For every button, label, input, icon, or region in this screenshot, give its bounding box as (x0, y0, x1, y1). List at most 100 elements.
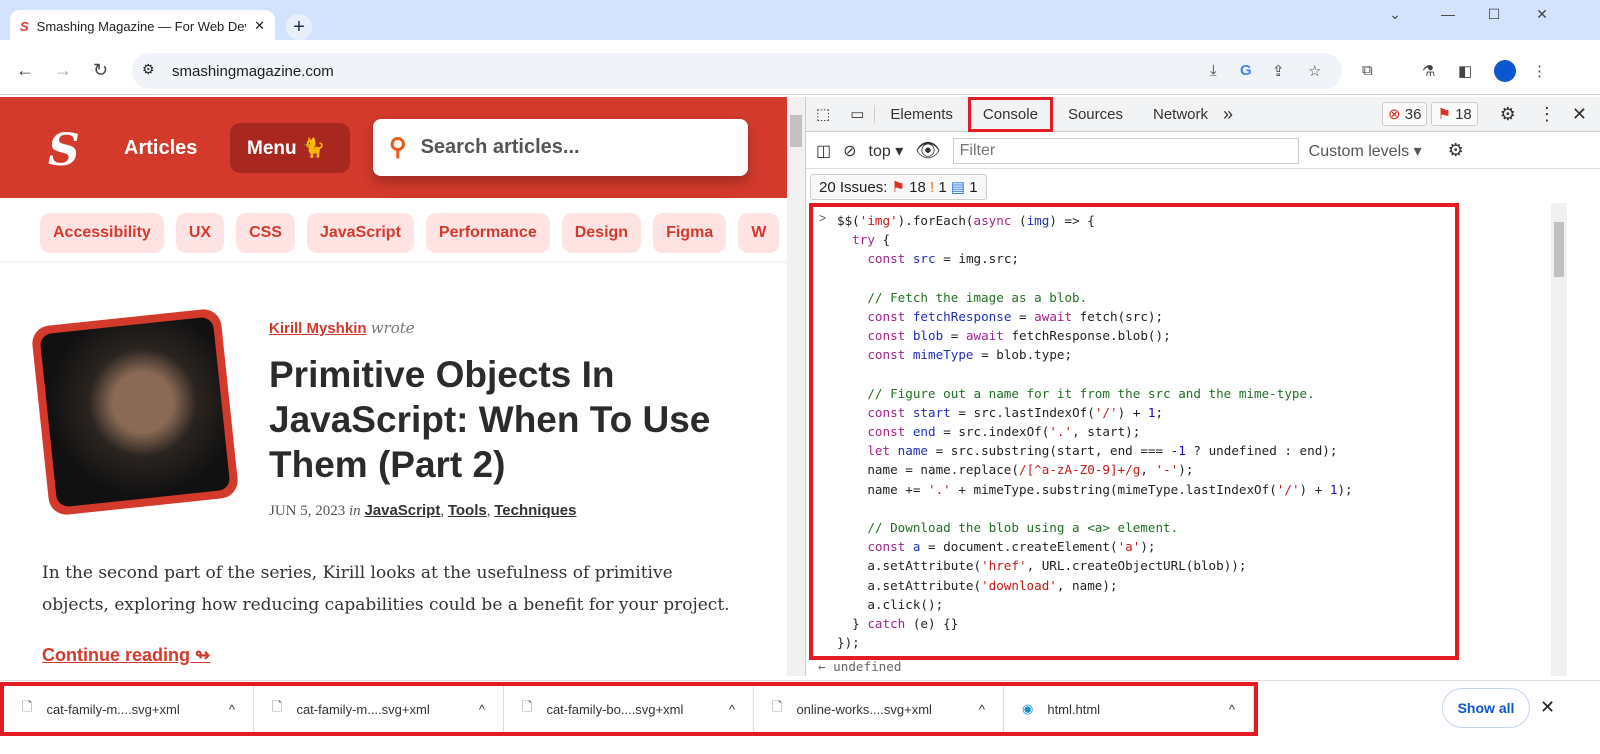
chevron-up-icon[interactable]: ^ (979, 702, 985, 717)
tab-console[interactable]: Console (967, 96, 1053, 132)
continue-reading-link[interactable]: Continue reading ↬ (42, 645, 210, 666)
issues-count-badge[interactable]: ⚑ 18 (1431, 102, 1478, 126)
code-token: ) + (1299, 481, 1330, 497)
tag-link[interactable]: Accessibility (40, 213, 164, 253)
download-item[interactable]: 🗋 cat-family-m....svg+xml ^ (4, 686, 254, 732)
minimize-icon[interactable]: — (1428, 6, 1468, 22)
log-levels-dropdown[interactable]: Custom levels ▾ (1309, 141, 1422, 161)
chevron-down-icon[interactable]: ⌄ (1375, 6, 1415, 23)
share-icon[interactable]: ⇪ (1272, 62, 1285, 80)
chevron-up-icon[interactable]: ^ (479, 702, 485, 717)
tag-link[interactable]: Design (561, 213, 642, 253)
code-line: a.click(); (837, 595, 1353, 614)
address-bar[interactable]: ⚙ smashingmagazine.com (132, 53, 1342, 89)
avatar[interactable] (1494, 60, 1516, 82)
maximize-icon[interactable]: ☐ (1474, 6, 1514, 23)
close-tab-icon[interactable]: ✕ (254, 18, 265, 34)
code-line: const a = document.createElement('a'); (837, 537, 1353, 556)
code-token: = src.lastIndexOf( (950, 404, 1095, 420)
code-token: const (867, 308, 906, 324)
google-icon[interactable]: G (1240, 62, 1252, 79)
code-token: ? undefined : end); (1185, 443, 1338, 459)
tag-link[interactable]: Performance (425, 213, 550, 253)
scrollbar-thumb[interactable] (1554, 222, 1564, 277)
labs-icon[interactable]: ⚗ (1422, 62, 1435, 80)
new-tab-button[interactable]: + (286, 14, 312, 40)
page-scrollbar[interactable] (787, 97, 805, 676)
favicon-icon: S (20, 18, 29, 34)
site-info-icon[interactable]: ⚙ (142, 61, 155, 78)
code-token: src (905, 251, 936, 267)
code-token: '.' (928, 481, 951, 497)
download-item[interactable]: 🗋 online-works....svg+xml ^ (754, 686, 1004, 732)
byline: Kirill Myshkin wrote (269, 319, 415, 337)
articles-link[interactable]: Articles (124, 137, 197, 160)
file-icon: 🗋 (22, 699, 33, 714)
side-panel-icon[interactable]: ◧ (1458, 62, 1472, 80)
close-downloads-icon[interactable]: ✕ (1540, 697, 1555, 718)
console-settings-icon[interactable]: ⚙ (1448, 140, 1464, 161)
console-output[interactable]: > $$('img').forEach(async (img) => { try… (809, 203, 1459, 660)
download-filename: online-works....svg+xml (796, 701, 932, 717)
download-icon[interactable]: ⤓ (1210, 62, 1217, 79)
show-all-button[interactable]: Show all (1442, 688, 1530, 728)
category-link[interactable]: Techniques (494, 502, 576, 519)
download-item[interactable]: 🗋 cat-family-m....svg+xml ^ (254, 686, 504, 732)
bookmark-star-icon[interactable]: ☆ (1308, 62, 1321, 80)
filter-input[interactable] (952, 137, 1299, 164)
eye-icon[interactable]: 👁 (915, 138, 940, 163)
context-selector[interactable]: top ▾ (869, 141, 904, 161)
tab-sources[interactable]: Sources (1053, 97, 1138, 132)
settings-gear-icon[interactable]: ⚙ (1478, 104, 1528, 125)
code-token: await (1034, 308, 1073, 324)
browser-tab[interactable]: S Smashing Magazine — For Web Developers… (10, 10, 275, 42)
menu-button[interactable]: Menu 🐈 (230, 123, 350, 173)
issues-summary[interactable]: 20 Issues: ⚑ 18 ! 1 ▤ 1 (810, 174, 987, 200)
code-token: let (867, 443, 891, 459)
wrote-label: wrote (370, 319, 415, 337)
inspect-element-icon[interactable]: ⬚ (806, 105, 840, 123)
article-date: JUN 5, 2023 (269, 503, 346, 519)
menu-kebab-icon[interactable]: ⋮ (1532, 62, 1547, 80)
extensions-icon[interactable]: ⧉ (1362, 62, 1373, 79)
tag-link[interactable]: CSS (236, 213, 295, 253)
more-options-icon[interactable]: ⋮ (1528, 104, 1566, 125)
category-link[interactable]: Tools (448, 502, 487, 519)
author-link[interactable]: Kirill Myshkin (269, 320, 367, 337)
code-token: = (1011, 308, 1035, 324)
code-token: const (867, 539, 906, 555)
download-item[interactable]: ◉ html.html ^ (1004, 686, 1254, 732)
error-flag-icon: ⚑ (891, 179, 905, 196)
tab-network[interactable]: Network (1138, 97, 1223, 132)
code-token: const (867, 404, 906, 420)
download-item[interactable]: 🗋 cat-family-bo....svg+xml ^ (504, 686, 754, 732)
sidebar-toggle-icon[interactable]: ◫ (816, 141, 831, 161)
category-link[interactable]: JavaScript (364, 502, 440, 519)
close-devtools-icon[interactable]: ✕ (1566, 104, 1600, 125)
author-photo (30, 307, 240, 517)
close-window-icon[interactable]: ✕ (1522, 6, 1562, 23)
reload-icon[interactable]: ↻ (93, 60, 108, 81)
device-toolbar-icon[interactable]: ▭ (840, 105, 876, 123)
search-input[interactable]: ⚲ Search articles... (373, 119, 748, 176)
clear-console-icon[interactable]: ⊘ (843, 141, 856, 161)
tag-link[interactable]: UX (175, 213, 225, 253)
code-token: const (867, 347, 906, 363)
code-line: }); (837, 633, 1353, 652)
more-tabs-icon[interactable]: » (1223, 104, 1233, 125)
tab-elements[interactable]: Elements (875, 97, 968, 132)
site-logo[interactable]: S (48, 125, 80, 176)
chevron-up-icon[interactable]: ^ (1229, 702, 1235, 717)
chevron-up-icon[interactable]: ^ (229, 702, 235, 717)
code-token: const (867, 424, 906, 440)
tag-link[interactable]: JavaScript (306, 213, 414, 253)
chevron-up-icon[interactable]: ^ (729, 702, 735, 717)
back-icon[interactable]: ← (16, 60, 34, 81)
tag-link[interactable]: W (738, 213, 780, 253)
article-title[interactable]: Primitive Objects In JavaScript: When To… (269, 352, 749, 487)
error-count-badge[interactable]: ⊗ 36 (1382, 102, 1428, 126)
tag-link[interactable]: Figma (653, 213, 727, 253)
forward-icon[interactable]: → (54, 60, 72, 81)
cat-icon: 🐈 (301, 138, 326, 159)
